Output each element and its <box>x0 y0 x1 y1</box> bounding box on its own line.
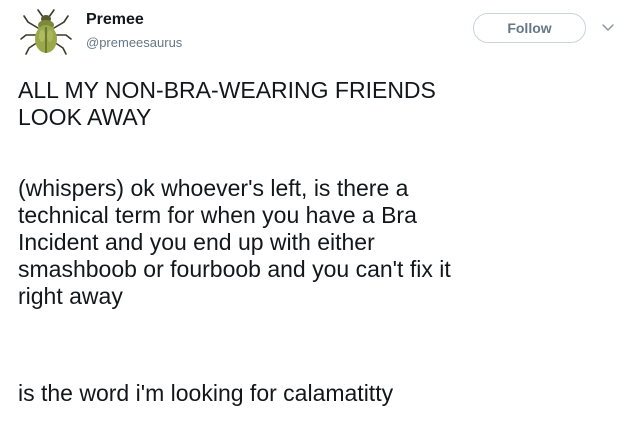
tweet-header: Premee @premeesaurus Follow <box>18 8 622 58</box>
follow-button[interactable]: Follow <box>473 13 586 43</box>
chevron-down-icon <box>602 24 614 31</box>
avatar[interactable] <box>18 8 74 56</box>
follow-button-label: Follow <box>507 20 552 36</box>
user-handle[interactable]: @premeesaurus <box>86 35 182 50</box>
tweet-card: Premee @premeesaurus Follow ALL MY NON-B… <box>0 0 640 422</box>
user-display-name[interactable]: Premee <box>86 11 144 29</box>
beetle-icon <box>20 9 72 55</box>
more-options-caret[interactable] <box>600 20 616 36</box>
tweet-paragraph-headline: ALL MY NON-BRA-WEARING FRIENDS LOOK AWAY <box>18 77 436 130</box>
tweet-paragraph-ending: is the word i'm looking for calamatitty <box>18 380 394 406</box>
tweet-paragraph-whisper: (whispers) ok whoever's left, is there a… <box>18 175 451 309</box>
